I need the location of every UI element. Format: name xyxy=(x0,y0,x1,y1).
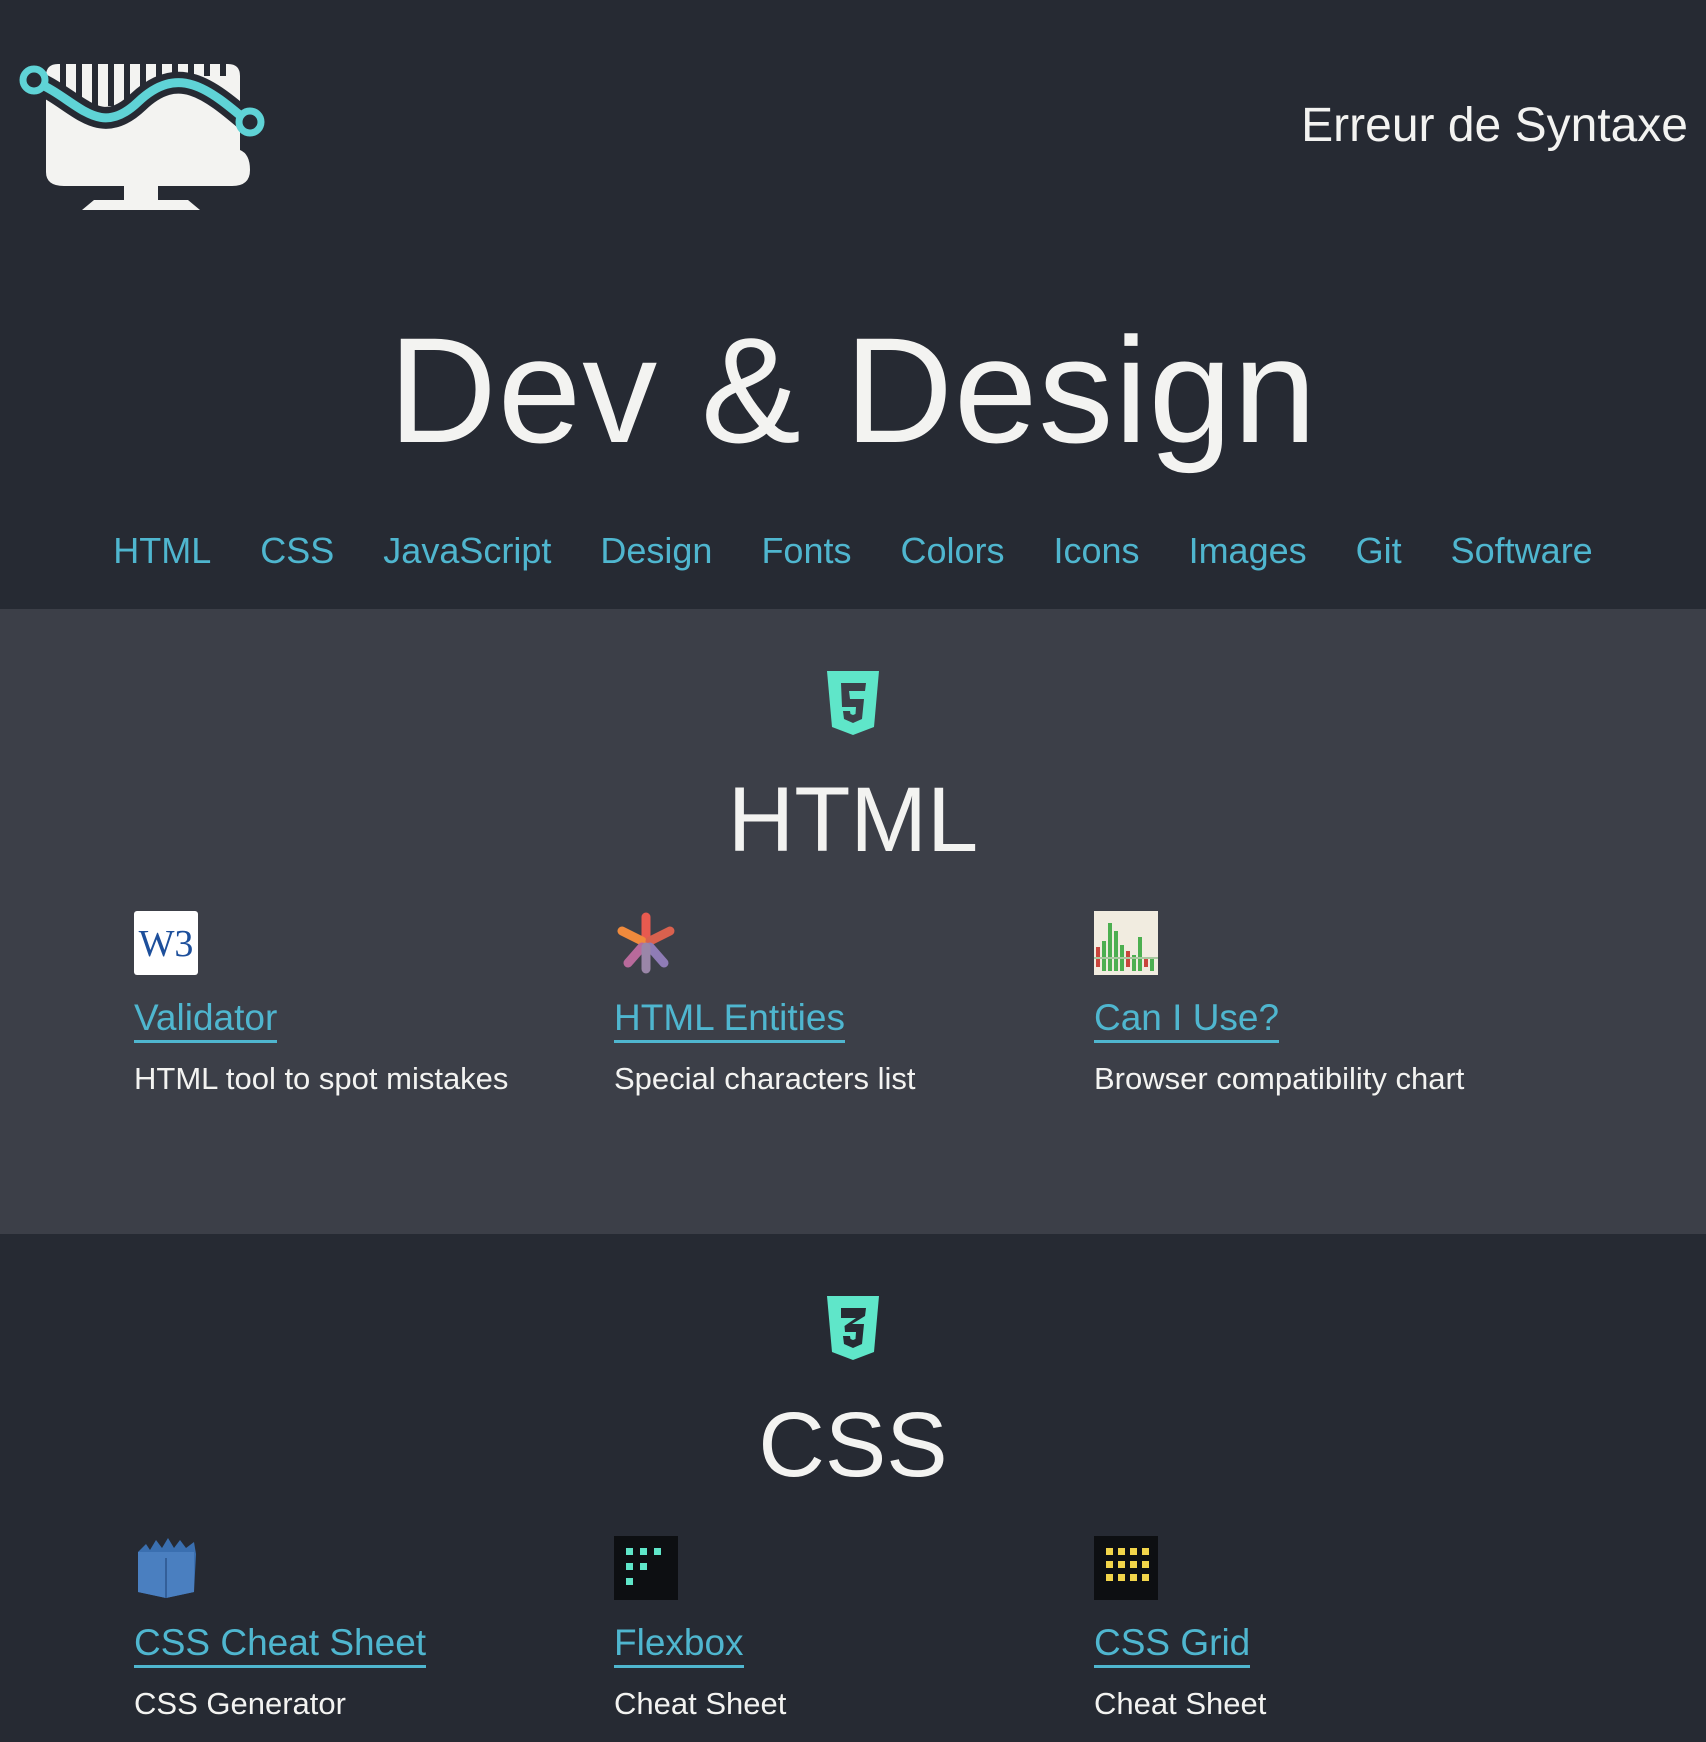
card-link[interactable]: HTML Entities xyxy=(614,997,845,1043)
chart-icon xyxy=(1094,911,1158,975)
svg-text:W3: W3 xyxy=(139,923,194,965)
card-link[interactable]: Validator xyxy=(134,997,278,1043)
brand-link[interactable]: Erreur de Syntaxe xyxy=(1301,98,1688,153)
card-validator: W3 Validator HTML tool to spot mistakes xyxy=(134,911,594,1097)
site-title: Dev & Design xyxy=(388,306,1318,474)
nav-item-git[interactable]: Git xyxy=(1356,530,1402,572)
card-html-entities: HTML Entities Special characters list xyxy=(614,911,1074,1097)
monitor-wave-logo-icon[interactable] xyxy=(18,30,278,222)
card-link[interactable]: Can I Use? xyxy=(1094,997,1280,1043)
nav-item-html[interactable]: HTML xyxy=(113,530,211,572)
section-title: CSS xyxy=(758,1394,948,1496)
nav-item-css[interactable]: CSS xyxy=(260,530,334,572)
card-description: Cheat Sheet xyxy=(614,1686,787,1721)
nav-item-fonts[interactable]: Fonts xyxy=(761,530,851,572)
card-flexbox: Flexbox Cheat Sheet xyxy=(614,1536,1074,1722)
nav-item-javascript[interactable]: JavaScript xyxy=(383,530,551,572)
card-description: Cheat Sheet xyxy=(1094,1686,1267,1721)
main-nav: HTML CSS JavaScript Design Fonts Colors … xyxy=(0,530,1706,572)
card-css-cheat-sheet: CSS Cheat Sheet CSS Generator xyxy=(134,1536,594,1722)
nav-item-colors[interactable]: Colors xyxy=(900,530,1004,572)
site-header: Erreur de Syntaxe Dev & Design HTML CSS … xyxy=(0,0,1706,609)
card-description: HTML tool to spot mistakes xyxy=(134,1061,509,1096)
html5-icon xyxy=(827,671,879,735)
w3c-icon: W3 xyxy=(134,911,198,975)
nav-item-software[interactable]: Software xyxy=(1451,530,1593,572)
css-section: CSS CSS Cheat Sheet CSS Generator Flexbo… xyxy=(0,1234,1706,1742)
cube-icon xyxy=(138,1538,196,1598)
card-description: Special characters list xyxy=(614,1061,916,1096)
nav-item-images[interactable]: Images xyxy=(1189,530,1307,572)
flexbox-dots-icon xyxy=(614,1536,678,1600)
card-link[interactable]: Flexbox xyxy=(614,1622,744,1668)
card-link[interactable]: CSS Grid xyxy=(1094,1622,1251,1668)
nav-item-design[interactable]: Design xyxy=(600,530,712,572)
grid-dots-icon xyxy=(1094,1536,1158,1600)
section-title: HTML xyxy=(727,769,979,871)
card-link[interactable]: CSS Cheat Sheet xyxy=(134,1622,427,1668)
card-description: CSS Generator xyxy=(134,1686,346,1721)
card-css-grid: CSS Grid Cheat Sheet xyxy=(1094,1536,1554,1722)
card-can-i-use: Can I Use? Browser compatibility chart xyxy=(1094,911,1554,1097)
card-description: Browser compatibility chart xyxy=(1094,1061,1465,1096)
nav-item-icons[interactable]: Icons xyxy=(1054,530,1140,572)
asterisk-icon xyxy=(617,912,675,974)
html-section: HTML W3 Validator HTML tool to spot mist… xyxy=(0,609,1706,1234)
css3-icon xyxy=(827,1296,879,1360)
card-list: CSS Cheat Sheet CSS Generator Flexbox Ch… xyxy=(134,1536,1594,1736)
card-list: W3 Validator HTML tool to spot mistakes … xyxy=(134,911,1594,1111)
